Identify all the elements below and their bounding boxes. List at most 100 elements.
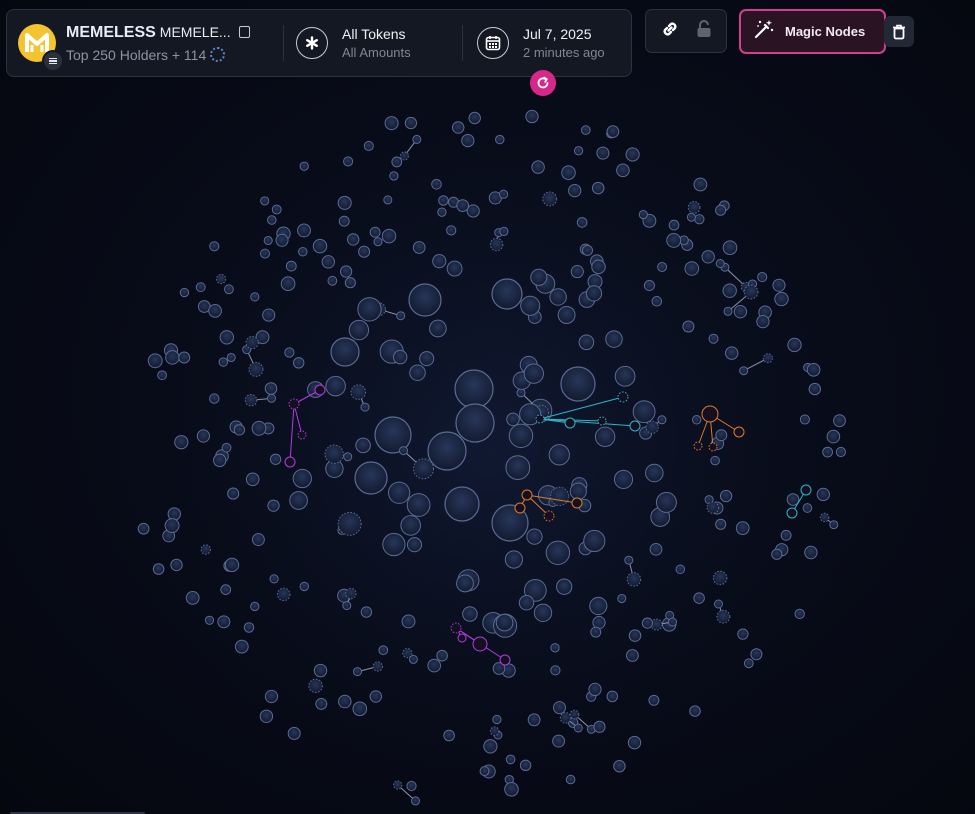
holder-node[interactable] (170, 558, 183, 572)
holder-node[interactable] (243, 622, 255, 633)
holder-node[interactable] (209, 393, 220, 404)
holder-node[interactable] (355, 437, 371, 454)
holder-node[interactable] (715, 429, 728, 442)
holder-node[interactable] (260, 248, 270, 259)
holder-node[interactable] (208, 304, 222, 318)
holder-node[interactable] (694, 214, 705, 225)
holder-node[interactable] (787, 337, 802, 353)
holder-node[interactable] (185, 591, 200, 605)
holder-node[interactable] (808, 382, 821, 396)
holder-node[interactable] (559, 712, 572, 724)
holder-node[interactable] (298, 246, 308, 257)
holder-node[interactable] (613, 469, 634, 489)
holder-node[interactable] (269, 453, 282, 465)
link-icon[interactable] (660, 19, 680, 44)
holder-node[interactable] (542, 191, 558, 207)
holder-node[interactable] (578, 334, 595, 351)
holder-node[interactable] (629, 420, 641, 432)
holder-node[interactable] (312, 238, 328, 254)
holder-node[interactable] (344, 277, 356, 289)
holder-node[interactable] (648, 694, 660, 706)
holder-node[interactable] (543, 510, 555, 522)
holder-node[interactable] (337, 195, 352, 210)
holder-node[interactable] (299, 161, 309, 171)
trash-icon[interactable] (884, 16, 914, 47)
holder-node[interactable] (396, 311, 406, 321)
holder-node[interactable] (684, 261, 700, 276)
holder-node[interactable] (454, 369, 494, 409)
holder-node[interactable] (324, 444, 344, 464)
holder-node[interactable] (157, 370, 167, 381)
holder-node[interactable] (576, 217, 588, 228)
holder-node[interactable] (409, 364, 426, 381)
holder-node[interactable] (715, 518, 727, 530)
holder-node[interactable] (427, 431, 467, 471)
holder-node[interactable] (392, 349, 408, 365)
date-selector[interactable]: Jul 7, 2025 2 minutes ago (463, 26, 605, 60)
holder-node[interactable] (786, 507, 798, 519)
holder-node[interactable] (297, 430, 307, 440)
holder-node[interactable] (794, 608, 805, 620)
holder-node[interactable] (531, 160, 545, 174)
holder-node[interactable] (585, 285, 603, 302)
holder-node[interactable] (466, 204, 480, 218)
holder-node[interactable] (352, 701, 368, 717)
holder-node[interactable] (384, 116, 399, 131)
holder-node[interactable] (638, 210, 648, 220)
holder-node[interactable] (716, 609, 731, 624)
holder-node[interactable] (204, 615, 215, 625)
holder-node[interactable] (456, 199, 470, 212)
holder-node[interactable] (234, 639, 249, 654)
refresh-icon[interactable] (530, 70, 556, 96)
holder-node[interactable] (589, 596, 608, 616)
holder-node[interactable] (244, 394, 258, 407)
holder-node[interactable] (226, 352, 236, 363)
holder-node[interactable] (429, 319, 447, 338)
holder-node[interactable] (399, 151, 409, 161)
holder-node[interactable] (338, 215, 350, 227)
holder-node[interactable] (756, 314, 770, 329)
holder-node[interactable] (668, 219, 680, 231)
holder-node[interactable] (280, 276, 296, 292)
holder-node[interactable] (643, 279, 655, 292)
holder-node[interactable] (829, 520, 839, 530)
token-selector[interactable]: MEMELESS MEMELE... Top 250 Holders + 114 (7, 10, 283, 76)
holder-node[interactable] (221, 442, 232, 453)
holder-node[interactable] (343, 156, 354, 167)
holder-node[interactable] (691, 415, 702, 425)
holder-node[interactable] (708, 442, 718, 452)
holder-node[interactable] (804, 545, 818, 560)
holder-node[interactable] (573, 146, 584, 156)
holder-node[interactable] (263, 235, 273, 246)
holder-node[interactable] (533, 603, 553, 622)
holder-node[interactable] (444, 486, 480, 522)
holder-node[interactable] (530, 268, 548, 286)
holder-node[interactable] (521, 489, 533, 501)
holder-node[interactable] (224, 557, 240, 573)
holder-node[interactable] (399, 446, 408, 456)
holder-node[interactable] (408, 283, 442, 317)
holder-node[interactable] (715, 204, 727, 216)
holder-node[interactable] (438, 195, 449, 206)
holder-node[interactable] (382, 532, 406, 557)
holder-node[interactable] (719, 489, 733, 503)
holder-node[interactable] (706, 501, 720, 514)
holder-node[interactable] (617, 593, 627, 604)
holder-node[interactable] (406, 780, 417, 792)
holder-node[interactable] (264, 382, 278, 395)
holder-node[interactable] (431, 179, 442, 190)
holder-node[interactable] (550, 643, 560, 653)
holder-node[interactable] (687, 201, 701, 214)
holder-node[interactable] (806, 362, 821, 377)
holder-node[interactable] (550, 665, 561, 676)
holder-node[interactable] (271, 204, 282, 215)
holder-node[interactable] (550, 486, 570, 506)
holder-node[interactable] (495, 613, 514, 632)
holder-node[interactable] (381, 228, 397, 244)
holder-node[interactable] (645, 420, 659, 434)
holder-node[interactable] (826, 429, 841, 444)
holder-node[interactable] (495, 134, 505, 145)
holder-node[interactable] (498, 189, 509, 199)
holder-node[interactable] (641, 617, 653, 629)
holder-node[interactable] (606, 690, 619, 703)
